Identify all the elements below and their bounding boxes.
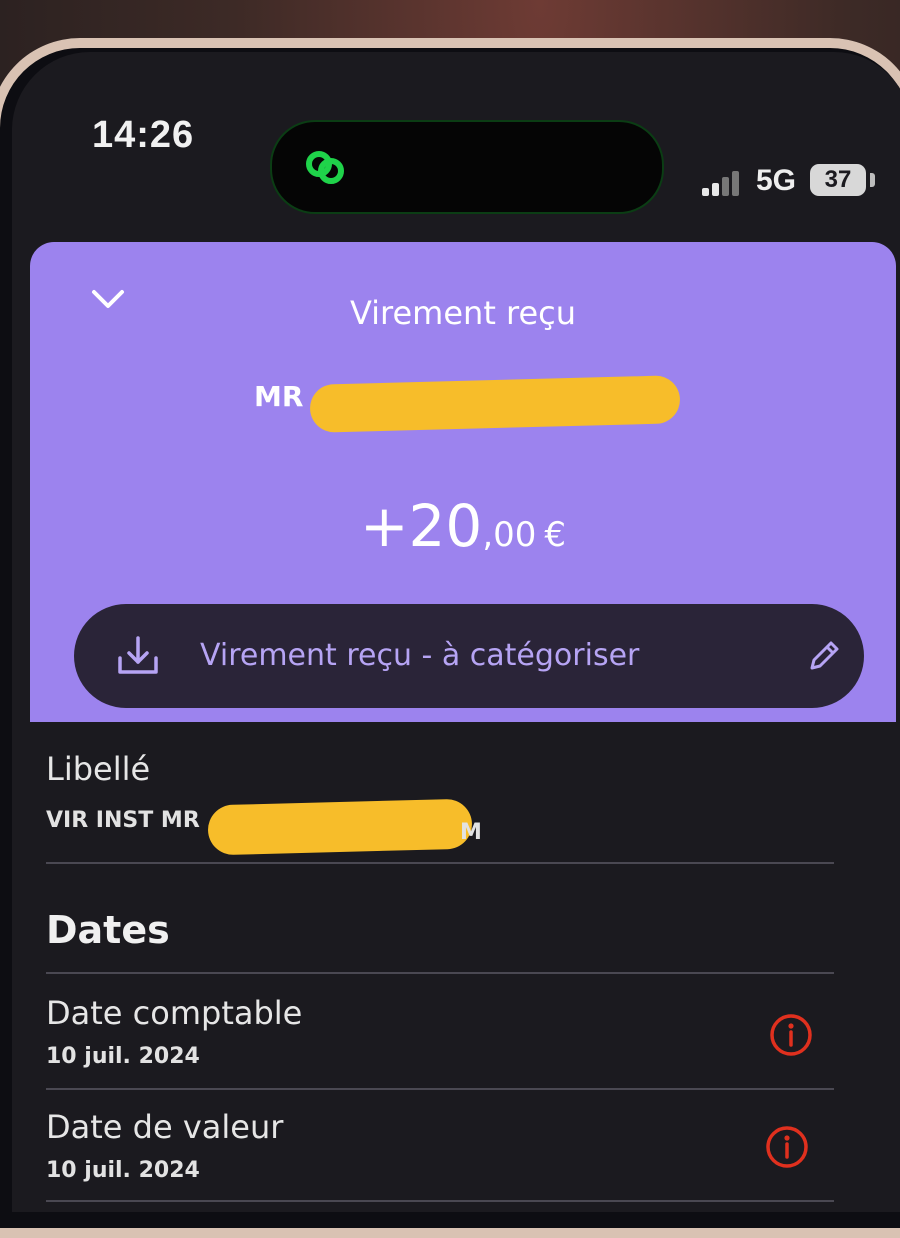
category-label: Virement reçu - à catégoriser — [200, 638, 640, 673]
divider — [46, 972, 834, 974]
network-type: 5G — [756, 164, 797, 197]
category-button[interactable]: Virement reçu - à catégoriser — [74, 604, 864, 708]
counterparty-name: MR — [254, 380, 304, 413]
divider — [46, 1200, 834, 1202]
download-tray-icon — [118, 636, 158, 674]
pencil-icon[interactable] — [804, 636, 844, 676]
transaction-type-title: Virement reçu — [349, 294, 577, 332]
amount-decimals: ,00 — [482, 515, 537, 555]
date-comptable-value: 10 juil. 2024 — [46, 1044, 200, 1069]
phone-screen: 14:26 5G 37 Virement reçu MR +20,00 € Vi… — [12, 52, 900, 1212]
divider — [46, 1088, 834, 1090]
info-icon[interactable] — [768, 1012, 814, 1058]
date-comptable-label: Date comptable — [46, 994, 303, 1032]
signal-icon — [702, 170, 742, 196]
transaction-header-card: Virement reçu MR +20,00 € Virement reçu -… — [30, 242, 896, 722]
dates-heading: Dates — [46, 908, 170, 952]
amount-integer: +20 — [359, 492, 483, 560]
phone-frame: 14:26 5G 37 Virement reçu MR +20,00 € Vi… — [0, 38, 900, 1238]
battery-icon: 37 — [810, 164, 866, 196]
date-valeur-value: 10 juil. 2024 — [46, 1158, 200, 1183]
battery-tip — [870, 173, 875, 187]
redaction-mark — [309, 375, 681, 433]
libelle-value-suffix: M — [460, 820, 482, 845]
date-valeur-label: Date de valeur — [46, 1108, 284, 1146]
transaction-amount: +20,00 € — [30, 492, 896, 560]
libelle-value-prefix: VIR INST MR — [46, 808, 200, 833]
dynamic-island — [270, 120, 664, 214]
status-time: 14:26 — [92, 114, 195, 156]
libelle-label: Libellé — [46, 750, 151, 788]
info-icon[interactable] — [764, 1124, 810, 1170]
redaction-mark — [207, 798, 473, 856]
divider — [46, 862, 834, 864]
amount-currency: € — [544, 515, 567, 555]
app-link-icon — [306, 151, 344, 184]
